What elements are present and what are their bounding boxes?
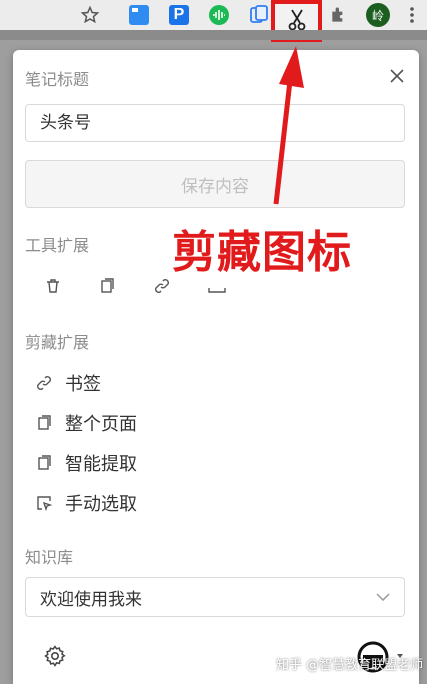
- save-button[interactable]: 保存内容: [25, 160, 405, 208]
- clip-item-full-page[interactable]: 整个页面: [33, 407, 137, 439]
- trash-icon[interactable]: [41, 274, 65, 298]
- clip-item-manual-select[interactable]: 手动选取: [33, 487, 137, 519]
- clip-item-smart-extract[interactable]: 智能提取: [33, 447, 137, 479]
- copy-icon: [33, 412, 55, 434]
- note-title-label: 笔记标题: [25, 70, 90, 89]
- ext-green-wave-icon[interactable]: [207, 3, 231, 27]
- select-icon: [33, 492, 55, 514]
- chevron-down-icon: [376, 593, 390, 601]
- clip-item-label: 整个页面: [65, 414, 137, 435]
- link-icon[interactable]: [150, 274, 174, 298]
- link-icon: [33, 372, 55, 394]
- watermark: 知乎 @智慧教育联盟老师: [276, 658, 424, 673]
- clipper-popup: 笔记标题 头条号 保存内容 工具扩展 剪藏扩展 书签 整个页面 智能提取 手动选…: [13, 50, 419, 684]
- more-icon[interactable]: [404, 3, 420, 27]
- annotation-label: 剪藏图标: [172, 227, 352, 278]
- star-icon[interactable]: [78, 3, 102, 27]
- kb-select[interactable]: 欢迎使用我来: [25, 577, 405, 617]
- copy-icon: [33, 452, 55, 474]
- clip-label: 剪藏扩展: [25, 333, 90, 352]
- puzzle-icon[interactable]: [327, 3, 351, 27]
- ext-blue-icon[interactable]: [127, 3, 151, 27]
- clip-item-label: 智能提取: [65, 454, 137, 475]
- tools-label: 工具扩展: [25, 236, 90, 255]
- ext-p-icon[interactable]: P: [167, 3, 191, 27]
- clip-item-label: 手动选取: [65, 494, 137, 515]
- avatar-icon[interactable]: 岭: [366, 3, 390, 27]
- clip-item-bookmark[interactable]: 书签: [33, 367, 101, 399]
- ext-doc-icon[interactable]: [247, 3, 271, 27]
- ext-scissors-icon: [286, 8, 308, 32]
- page-overlay: [0, 30, 427, 40]
- kb-select-value: 欢迎使用我来: [40, 589, 142, 610]
- title-input[interactable]: 头条号: [25, 104, 405, 142]
- copy-icon[interactable]: [95, 274, 119, 298]
- close-button[interactable]: [385, 64, 409, 88]
- kb-label: 知识库: [25, 548, 74, 567]
- browser-toolbar: P 岭: [0, 0, 427, 42]
- gear-icon[interactable]: [43, 644, 67, 668]
- clip-item-label: 书签: [65, 374, 101, 395]
- close-icon: [390, 69, 404, 83]
